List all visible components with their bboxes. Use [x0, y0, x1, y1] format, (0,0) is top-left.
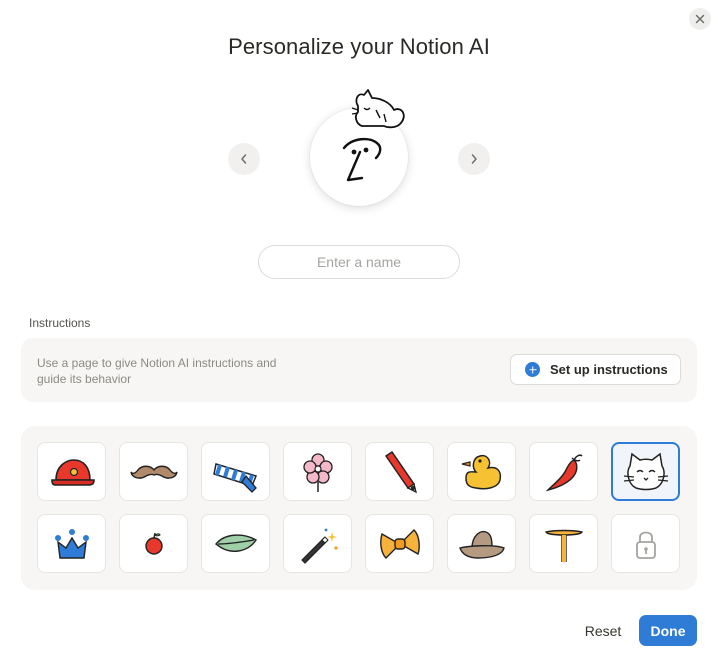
accessory-cowboy-hat[interactable] — [447, 514, 516, 573]
accessory-pencil[interactable] — [365, 442, 434, 501]
reset-button[interactable]: Reset — [577, 616, 629, 646]
accessories-panel — [21, 426, 697, 590]
scarf-icon — [212, 462, 257, 493]
notion-ai-face — [342, 137, 382, 182]
pencil-icon — [384, 450, 417, 493]
chevron-right-icon — [471, 154, 477, 164]
setup-instructions-label: Set up instructions — [550, 362, 668, 377]
hard-hat-icon — [50, 458, 95, 486]
chili-pepper-icon — [545, 453, 583, 491]
dialog-title: Personalize your Notion AI — [228, 34, 490, 59]
accessory-chili[interactable] — [529, 442, 598, 501]
accessory-locked[interactable] — [611, 514, 680, 573]
next-avatar-button[interactable] — [458, 143, 490, 175]
accessory-cat[interactable] — [611, 442, 680, 501]
instructions-description: Use a page to give Notion AI instruction… — [37, 356, 277, 386]
cat-accessory-icon — [351, 89, 405, 129]
apple-icon — [144, 532, 163, 555]
lock-icon — [635, 531, 656, 559]
leaf-icon — [214, 533, 257, 552]
crown-icon — [54, 528, 89, 559]
flower-icon — [302, 452, 333, 492]
accessory-flower[interactable] — [283, 442, 352, 501]
propeller-icon — [544, 529, 583, 562]
instructions-panel: Use a page to give Notion AI instruction… — [21, 338, 697, 402]
setup-instructions-button[interactable]: Set up instructions — [510, 354, 681, 385]
mustache-icon — [129, 465, 178, 479]
cowboy-hat-icon — [458, 530, 505, 559]
accessory-bow-tie[interactable] — [365, 514, 434, 573]
accessory-magic-wand[interactable] — [283, 514, 352, 573]
instructions-label: Instructions — [29, 316, 91, 330]
previous-avatar-button[interactable] — [228, 143, 260, 175]
accessory-propeller[interactable] — [529, 514, 598, 573]
cat-icon — [623, 452, 668, 490]
magic-wand-icon — [300, 528, 338, 564]
personalize-dialog: Personalize your Notion AI Instructions … — [0, 0, 718, 667]
plus-circle-icon — [525, 362, 540, 377]
accessory-duck[interactable] — [447, 442, 516, 501]
chevron-left-icon — [241, 154, 247, 164]
accessory-mustache[interactable] — [119, 442, 188, 501]
accessory-apple[interactable] — [119, 514, 188, 573]
close-icon — [695, 14, 705, 24]
accessory-hard-hat[interactable] — [37, 442, 106, 501]
accessory-leaf[interactable] — [201, 514, 270, 573]
done-button[interactable]: Done — [639, 615, 697, 646]
close-button[interactable] — [689, 8, 711, 30]
name-input[interactable] — [258, 245, 460, 279]
duck-icon — [461, 454, 501, 489]
accessory-scarf[interactable] — [201, 442, 270, 501]
bow-tie-icon — [379, 528, 420, 559]
avatar-preview — [300, 86, 420, 214]
accessory-crown[interactable] — [37, 514, 106, 573]
